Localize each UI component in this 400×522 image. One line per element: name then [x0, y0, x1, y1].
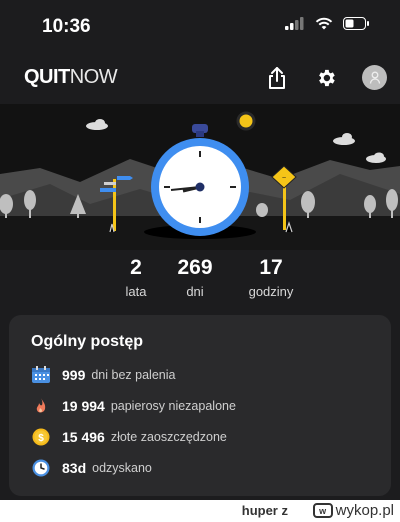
- battery-icon: [343, 17, 370, 35]
- progress-recovered-text: odzyskano: [92, 461, 152, 475]
- progress-cigarettes-text: papierosy niezapalone: [110, 399, 236, 413]
- stat-hours: 17 godziny: [231, 256, 311, 299]
- flame-icon: [31, 396, 51, 416]
- progress-row-recovered: 83d odzyskano: [31, 457, 152, 479]
- stat-hours-label: godziny: [248, 284, 294, 299]
- progress-days-value: 999: [62, 367, 86, 383]
- logo-light: NOW: [69, 66, 118, 88]
- quit-duration-stats: 2 lata 269 dni 17 godziny: [0, 250, 400, 300]
- status-icons: [285, 17, 370, 35]
- progress-cigarettes-value: 19 994: [62, 398, 105, 414]
- stat-days: 269 dni: [155, 256, 235, 299]
- wykop-logo-icon: w: [312, 503, 333, 518]
- logo-bold: QUIT: [24, 66, 70, 88]
- watermark-suffix: z: [281, 503, 289, 518]
- overall-progress-card[interactable]: Ogólny postęp 999 dni bez palenia 19 994…: [9, 315, 391, 496]
- card-title: Ogólny postęp: [31, 333, 143, 350]
- calendar-icon: [31, 365, 51, 385]
- app-logo: QUITNOW: [24, 66, 118, 89]
- sun-icon: [236, 111, 256, 131]
- avatar-icon: [369, 71, 380, 84]
- avatar[interactable]: [362, 65, 387, 90]
- progress-days-text: dni bez palenia: [91, 368, 176, 382]
- progress-row-days: 999 dni bez palenia: [31, 364, 175, 386]
- coin-icon: $: [31, 427, 51, 447]
- stat-hours-value: 17: [259, 256, 283, 279]
- hero-illustration: ~: [0, 104, 400, 254]
- stat-days-value: 269: [177, 256, 213, 279]
- watermark-username: huper: [241, 503, 278, 518]
- app-header: QUITNOW: [0, 52, 400, 104]
- svg-text:$: $: [38, 433, 44, 444]
- status-bar: 10:36: [0, 0, 400, 52]
- progress-recovered-value: 83d: [62, 460, 87, 476]
- hero-scene: ~: [0, 104, 400, 254]
- gear-icon: [319, 69, 335, 87]
- watermark-brand: w wykop.pl: [312, 502, 394, 519]
- status-time: 10:36: [42, 16, 91, 37]
- progress-row-money: $ 15 496 złote zaoszczędzone: [31, 426, 227, 448]
- clock-icon: [31, 458, 51, 478]
- share-button[interactable]: [263, 64, 291, 92]
- wifi-icon: [315, 17, 333, 35]
- settings-button[interactable]: [312, 64, 340, 92]
- progress-money-value: 15 496: [62, 429, 105, 445]
- watermark-user: huper z: [242, 503, 288, 518]
- watermark-bar: huper z w wykop.pl: [0, 500, 400, 522]
- watermark-brand-text: wykop.pl: [335, 502, 394, 519]
- signal-icon: [285, 17, 305, 35]
- progress-money-text: złote zaoszczędzone: [110, 430, 227, 444]
- progress-row-cigarettes: 19 994 papierosy niezapalone: [31, 395, 236, 417]
- svg-text:~: ~: [282, 175, 286, 182]
- stat-days-label: dni: [186, 284, 204, 299]
- share-icon: [269, 67, 285, 89]
